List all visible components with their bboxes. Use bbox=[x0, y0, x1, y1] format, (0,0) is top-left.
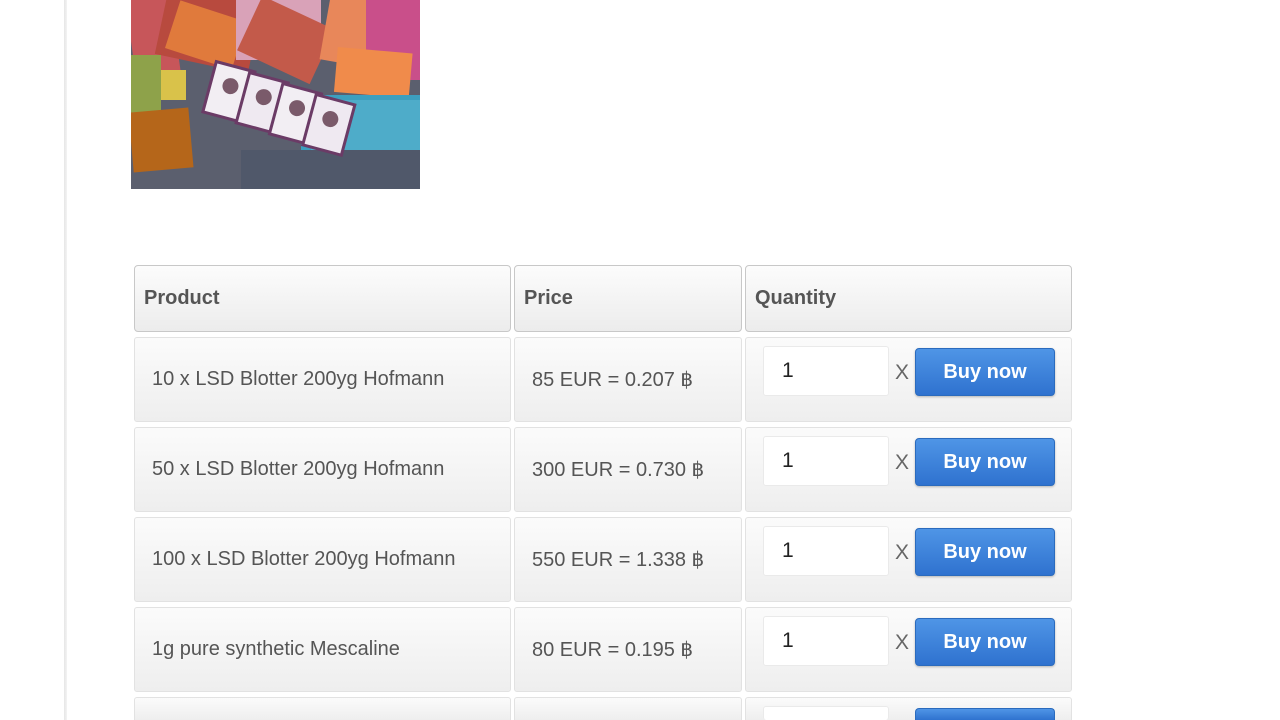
row-5-buy-now-button[interactable] bbox=[915, 708, 1055, 720]
row-3-quantity-input[interactable] bbox=[763, 526, 889, 576]
page: Product Price Quantity 10 x LSD Blotter … bbox=[0, 0, 1280, 720]
row-5-price bbox=[514, 697, 742, 720]
header-product: Product bbox=[134, 265, 511, 332]
row-5-product bbox=[134, 697, 511, 720]
row-1-buy-now-button[interactable]: Buy now bbox=[915, 348, 1055, 396]
row-2-buy-now-button[interactable]: Buy now bbox=[915, 438, 1055, 486]
row-5-quantity-input[interactable] bbox=[763, 706, 889, 720]
row-2-quantity-input[interactable] bbox=[763, 436, 889, 486]
row-3-price: 550 EUR = 1.338 ฿ bbox=[514, 517, 742, 602]
header-quantity: Quantity bbox=[745, 265, 1072, 332]
row-2-price: 300 EUR = 0.730 ฿ bbox=[514, 427, 742, 512]
content-left-border bbox=[64, 0, 67, 720]
row-1-quantity-input[interactable] bbox=[763, 346, 889, 396]
row-2-product: 50 x LSD Blotter 200yg Hofmann bbox=[134, 427, 511, 512]
row-3-product: 100 x LSD Blotter 200yg Hofmann bbox=[134, 517, 511, 602]
row-4-times-sign: X bbox=[895, 631, 910, 654]
header-price: Price bbox=[514, 265, 742, 332]
row-3-buy-now-button[interactable]: Buy now bbox=[915, 528, 1055, 576]
row-1-times-sign: X bbox=[895, 361, 910, 384]
row-4-product: 1g pure synthetic Mescaline bbox=[134, 607, 511, 692]
row-4-price: 80 EUR = 0.195 ฿ bbox=[514, 607, 742, 692]
row-3-times-sign: X bbox=[895, 541, 910, 564]
row-1-product: 10 x LSD Blotter 200yg Hofmann bbox=[134, 337, 511, 422]
row-2-times-sign: X bbox=[895, 451, 910, 474]
product-image bbox=[131, 0, 420, 189]
row-4-buy-now-button[interactable]: Buy now bbox=[915, 618, 1055, 666]
row-4-quantity-input[interactable] bbox=[763, 616, 889, 666]
row-1-price: 85 EUR = 0.207 ฿ bbox=[514, 337, 742, 422]
